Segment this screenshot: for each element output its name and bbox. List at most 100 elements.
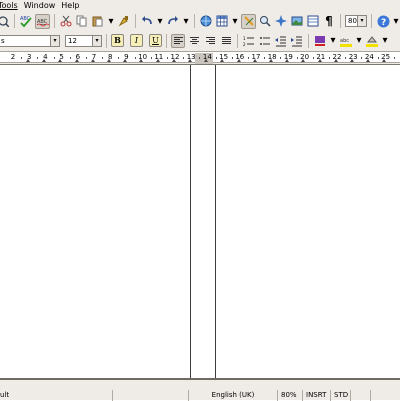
- toolbar-overflow-icon[interactable]: ▾: [392, 14, 400, 28]
- ruler-half-mark: [102, 57, 104, 59]
- standard-toolbar: ABC ABC ▾ ▾ ▾ ▾ ¶ 80% ▾ ? ▾: [0, 11, 400, 31]
- ruler-half-mark: [134, 57, 136, 59]
- zoom-select[interactable]: 80% ▾: [345, 15, 367, 27]
- show-draw-functions-icon[interactable]: [241, 13, 256, 29]
- ruler-tick-label: 13: [186, 53, 196, 61]
- table-icon[interactable]: [215, 14, 229, 28]
- justify-icon[interactable]: [219, 34, 233, 48]
- clone-formatting-icon[interactable]: [117, 14, 131, 28]
- chevron-down-icon[interactable]: ▾: [92, 35, 101, 46]
- toolbar-separator: [371, 14, 372, 28]
- status-page-style[interactable]: ult: [0, 390, 112, 401]
- ruler-half-mark: [377, 57, 379, 59]
- bold-button[interactable]: B: [111, 34, 124, 47]
- underline-button[interactable]: U: [149, 34, 162, 47]
- ruler-half-mark: [37, 57, 39, 59]
- cut-icon[interactable]: [59, 14, 73, 28]
- navigator-icon[interactable]: [274, 14, 288, 28]
- font-name-field[interactable]: s ▾: [0, 34, 60, 47]
- highlighting-dropdown-icon[interactable]: ▾: [355, 34, 363, 48]
- ruler-tick-label: 6: [75, 53, 81, 61]
- undo-dropdown-icon[interactable]: ▾: [156, 14, 164, 28]
- status-insert-mode[interactable]: INSRT: [302, 389, 330, 401]
- ruler-tick-label: 3: [26, 53, 32, 61]
- ruler-tick-label: 8: [107, 53, 113, 61]
- status-selection-mode[interactable]: STD: [330, 389, 350, 401]
- column-boundary-right: [215, 65, 216, 379]
- toolbar-separator: [340, 14, 341, 28]
- hyperlink-icon[interactable]: [199, 14, 213, 28]
- numbering-icon[interactable]: 12: [242, 34, 256, 48]
- status-spacer: [112, 389, 188, 401]
- background-color-dropdown-icon[interactable]: ▾: [381, 34, 389, 48]
- font-color-icon[interactable]: [313, 34, 327, 48]
- font-color-dropdown-icon[interactable]: ▾: [329, 34, 337, 48]
- ruler-half-mark: [183, 57, 185, 59]
- menu-help[interactable]: Help: [58, 0, 82, 11]
- ruler-tick-label: 9: [124, 53, 129, 61]
- help-icon[interactable]: ?: [376, 14, 390, 28]
- undo-icon[interactable]: [140, 14, 154, 28]
- bullets-icon[interactable]: [258, 34, 272, 48]
- print-preview-icon[interactable]: [0, 14, 10, 28]
- spellcheck-icon[interactable]: ABC: [19, 14, 33, 28]
- ruler-half-mark: [53, 57, 55, 59]
- redo-icon[interactable]: [166, 14, 180, 28]
- status-zoom[interactable]: 80%: [277, 389, 302, 401]
- redo-dropdown-icon[interactable]: ▾: [182, 14, 190, 28]
- toolbar-separator: [14, 14, 15, 28]
- ruler-half-mark: [166, 57, 168, 59]
- align-center-icon[interactable]: [187, 34, 201, 48]
- ruler-half-mark: [118, 57, 120, 59]
- chevron-down-icon[interactable]: ▾: [357, 16, 366, 26]
- gallery-icon[interactable]: [290, 14, 304, 28]
- font-size-field[interactable]: 12 ▾: [65, 34, 102, 47]
- horizontal-ruler[interactable]: 2 3 4 5 6 7 8 9 10 11 12 13 14 15 16 17 18 19 20 21 22 23 24 25: [0, 50, 400, 65]
- ruler-half-mark: [150, 57, 152, 59]
- table-dropdown-icon[interactable]: ▾: [231, 14, 239, 28]
- background-color-icon[interactable]: [365, 34, 379, 48]
- toolbar-separator: [54, 14, 55, 28]
- ruler-half-mark: [345, 57, 347, 59]
- menu-bar: Tools Window Help: [0, 0, 400, 11]
- paste-dropdown-icon[interactable]: ▾: [107, 14, 115, 28]
- find-replace-icon[interactable]: [258, 14, 272, 28]
- ruler-tick-label: 4: [43, 53, 48, 61]
- ruler-half-mark: [247, 57, 249, 59]
- toolbar-separator: [308, 33, 309, 48]
- ruler-half-mark: [312, 57, 314, 59]
- autospellcheck-icon[interactable]: ABC: [35, 13, 50, 29]
- ruler-tick-label: 17: [251, 53, 261, 61]
- chevron-down-icon[interactable]: ▾: [50, 35, 59, 46]
- document-canvas[interactable]: [0, 64, 400, 379]
- increase-indent-icon[interactable]: [290, 34, 304, 48]
- ruler-half-mark: [280, 57, 282, 59]
- align-left-icon[interactable]: [171, 33, 185, 48]
- menu-window[interactable]: Window: [21, 0, 59, 11]
- formatting-toolbar: s ▾ 12 ▾ B I U 12 ▾ abc ▾ ▾: [0, 31, 400, 50]
- decrease-indent-icon[interactable]: [274, 34, 288, 48]
- status-signature: [370, 389, 400, 401]
- ruler-tick-label: 14: [202, 53, 212, 61]
- ruler-half-mark: [393, 57, 395, 59]
- ruler-tick-label: 5: [59, 53, 64, 61]
- paste-icon[interactable]: [91, 14, 105, 28]
- data-sources-icon[interactable]: [306, 14, 320, 28]
- menu-tools[interactable]: Tools: [0, 0, 21, 11]
- ruler-tick-label: 7: [91, 53, 97, 61]
- copy-icon[interactable]: [75, 14, 89, 28]
- ruler-half-mark: [215, 57, 217, 59]
- ruler-tick-label: 24: [364, 53, 374, 61]
- ruler-tick-label: 21: [316, 53, 326, 61]
- ruler-half-mark: [361, 57, 363, 59]
- ruler-half-mark: [231, 57, 233, 59]
- status-language[interactable]: English (UK): [188, 389, 277, 401]
- italic-button[interactable]: I: [130, 34, 143, 47]
- formatting-marks-icon[interactable]: ¶: [322, 14, 336, 28]
- ruler-half-mark: [69, 57, 71, 59]
- column-boundary-left: [190, 65, 191, 379]
- highlighting-icon[interactable]: abc: [339, 34, 353, 48]
- align-right-icon[interactable]: [203, 34, 217, 48]
- ruler-tick-label: 19: [283, 53, 293, 61]
- toolbar-separator: [166, 33, 167, 48]
